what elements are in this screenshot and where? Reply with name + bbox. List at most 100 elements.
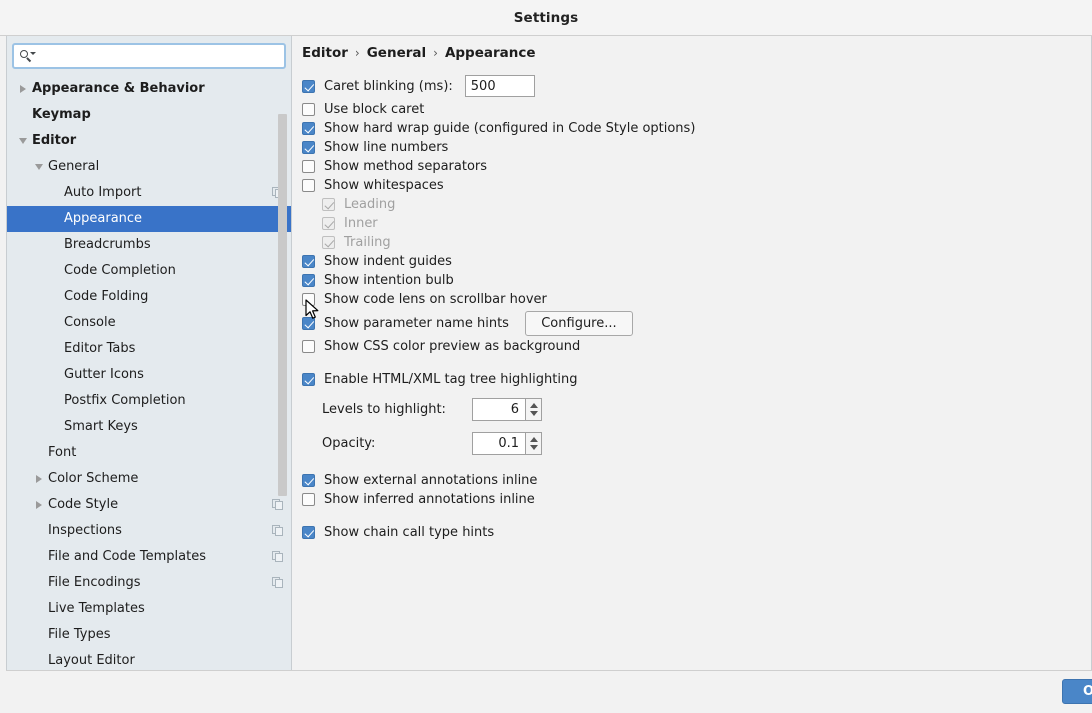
sidebar-scrollbar-thumb[interactable] [278,114,287,496]
option-caret-blinking[interactable]: Caret blinking (ms): [302,72,1082,100]
window-titlebar: Settings [0,0,1092,36]
levels-to-highlight-input[interactable] [472,397,525,421]
sidebar-item-label: Inspections [48,523,122,538]
option-show-whitespaces[interactable]: Show whitespaces [302,176,1082,195]
show-parameter-name-hints-label: Show parameter name hints [324,315,509,331]
levels-to-highlight-stepper[interactable] [472,397,542,421]
sidebar-item-label: Postfix Completion [64,393,186,408]
option-show-indent-guides[interactable]: Show indent guides [302,252,1082,271]
show-method-separators-checkbox[interactable] [302,160,315,173]
sidebar-item-gutter-icons[interactable]: Gutter Icons [6,362,291,388]
whitespace-leading-checkbox [322,198,335,211]
sidebar-item-editor-tabs[interactable]: Editor Tabs [6,336,291,362]
chevron-up-icon[interactable] [529,436,538,442]
sidebar-item-label: Editor [32,133,77,148]
sidebar-item-file-types[interactable]: File Types [6,622,291,648]
sidebar-item-code-style[interactable]: Code Style [6,492,291,518]
settings-content-panel: Editor › General › Appearance Caret blin… [292,36,1092,670]
sidebar-item-label: Font [48,445,77,460]
option-show-line-numbers[interactable]: Show line numbers [302,138,1082,157]
show-external-annotations-checkbox[interactable] [302,474,315,487]
show-inferred-annotations-checkbox[interactable] [302,493,315,506]
show-line-numbers-label: Show line numbers [324,140,449,155]
option-show-code-lens[interactable]: Show code lens on scrollbar hover [302,290,1082,309]
sidebar-scrollbar-track[interactable] [278,78,289,668]
caret-blinking-checkbox[interactable] [302,79,315,93]
chevron-right-icon[interactable] [30,475,48,483]
show-inferred-annotations-label: Show inferred annotations inline [324,492,535,507]
chevron-down-icon[interactable] [529,410,538,416]
breadcrumb-part-1[interactable]: General [367,45,426,61]
search-field-wrapper [12,43,286,69]
chevron-up-icon[interactable] [529,402,538,408]
option-show-css-color-preview[interactable]: Show CSS color preview as background [302,337,1082,356]
sidebar-item-editor[interactable]: Editor [6,128,291,154]
show-whitespaces-checkbox[interactable] [302,179,315,192]
opacity-stepper[interactable] [472,431,542,455]
option-show-intention-bulb[interactable]: Show intention bulb [302,271,1082,290]
show-hard-wrap-guide-checkbox[interactable] [302,122,315,135]
sidebar-item-breadcrumbs[interactable]: Breadcrumbs [6,232,291,258]
sidebar-item-appearance[interactable]: Appearance [6,206,291,232]
sidebar-item-keymap[interactable]: Keymap [6,102,291,128]
show-line-numbers-checkbox[interactable] [302,141,315,154]
enable-tag-tree-highlighting-checkbox[interactable] [302,373,315,386]
breadcrumb-separator-icon: › [354,46,360,60]
opacity-input[interactable] [472,431,525,455]
sidebar-item-label: Color Scheme [48,471,139,486]
sidebar-item-code-folding[interactable]: Code Folding [6,284,291,310]
sidebar-item-label: General [48,159,100,174]
sidebar-item-font[interactable]: Font [6,440,291,466]
sidebar-item-label: Appearance [64,211,143,226]
sidebar-item-color-scheme[interactable]: Color Scheme [6,466,291,492]
sidebar-item-live-templates[interactable]: Live Templates [6,596,291,622]
sidebar-item-code-completion[interactable]: Code Completion [6,258,291,284]
chevron-down-icon[interactable] [529,444,538,450]
opacity-stepper-buttons[interactable] [525,431,542,455]
ok-button[interactable]: OK [1062,679,1092,704]
show-chain-call-type-hints-checkbox[interactable] [302,526,315,539]
option-enable-tag-tree-highlighting[interactable]: Enable HTML/XML tag tree highlighting [302,370,1082,389]
sidebar-item-general[interactable]: General [6,154,291,180]
sidebar-item-inspections[interactable]: Inspections [6,518,291,544]
appearance-options-list: Caret blinking (ms): Use block caret Sho… [302,72,1082,542]
sidebar-item-postfix-completion[interactable]: Postfix Completion [6,388,291,414]
use-block-caret-checkbox[interactable] [302,103,315,116]
show-css-color-preview-label: Show CSS color preview as background [324,339,581,354]
sidebar-item-file-and-code-templates[interactable]: File and Code Templates [6,544,291,570]
sidebar-item-console[interactable]: Console [6,310,291,336]
sidebar-item-smart-keys[interactable]: Smart Keys [6,414,291,440]
option-show-chain-call-type-hints[interactable]: Show chain call type hints [302,523,1082,542]
clipped-background-content [0,708,1092,713]
option-show-parameter-name-hints[interactable]: Show parameter name hints Configure... [302,309,1082,337]
search-input[interactable] [36,46,284,66]
option-use-block-caret[interactable]: Use block caret [302,100,1082,119]
field-opacity: Opacity: [302,429,1082,457]
option-show-hard-wrap-guide[interactable]: Show hard wrap guide (configured in Code… [302,119,1082,138]
sidebar-item-layout-editor[interactable]: Layout Editor [6,648,291,670]
chevron-down-icon[interactable] [30,164,48,170]
caret-blinking-input[interactable] [464,75,535,97]
use-block-caret-label: Use block caret [324,102,425,117]
option-show-method-separators[interactable]: Show method separators [302,157,1082,176]
show-indent-guides-checkbox[interactable] [302,255,315,268]
sidebar-item-appearance-behavior[interactable]: Appearance & Behavior [6,76,291,102]
configure-parameter-hints-button[interactable]: Configure... [524,310,633,336]
show-intention-bulb-checkbox[interactable] [302,274,315,287]
chevron-down-icon[interactable] [14,138,32,144]
chevron-right-icon[interactable] [14,85,32,93]
chevron-right-icon[interactable] [30,501,48,509]
option-show-inferred-annotations[interactable]: Show inferred annotations inline [302,490,1082,509]
sidebar-item-auto-import[interactable]: Auto Import [6,180,291,206]
sidebar-item-file-encodings[interactable]: File Encodings [6,570,291,596]
search-box[interactable] [12,43,286,69]
whitespace-trailing-checkbox [322,236,335,249]
breadcrumb-part-0[interactable]: Editor [302,45,348,61]
sidebar-item-label: Appearance & Behavior [32,81,205,96]
sidebar-item-label: File Types [48,627,111,642]
show-css-color-preview-checkbox[interactable] [302,340,315,353]
levels-to-highlight-stepper-buttons[interactable] [525,397,542,421]
search-icon [20,49,36,63]
option-show-external-annotations[interactable]: Show external annotations inline [302,471,1082,490]
show-whitespaces-label: Show whitespaces [324,178,444,193]
